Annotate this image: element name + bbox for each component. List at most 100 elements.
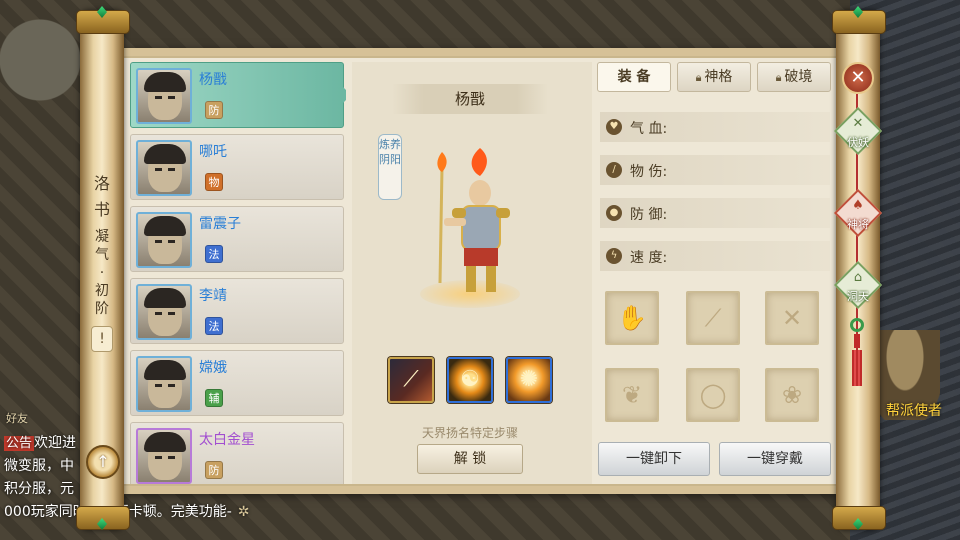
hero-list-item[interactable]: 杨戬防 (130, 62, 346, 128)
sword-icon: / (606, 162, 622, 178)
hero-name: 嫦娥 (199, 360, 227, 376)
state-char: 凝 (95, 229, 109, 245)
hero-class-badge: 防 (205, 461, 223, 479)
stat-row: ϟ 速 度: (600, 241, 830, 271)
weapon-slot-icon: ⟋ (704, 304, 722, 332)
accessory-slot-icon: ❀ (781, 381, 803, 409)
chat-text: 欢迎进 (34, 435, 77, 451)
npc-name-label[interactable]: 帮派使者 (886, 400, 942, 420)
refine-tag[interactable]: 炼养阴阳 (378, 134, 402, 200)
boots-slot-icon: ❦ (621, 381, 643, 409)
hero-list-item[interactable]: 哪吒物 (130, 134, 344, 200)
state-char: · (99, 265, 105, 281)
lightning-icon: ϟ (606, 248, 622, 264)
hero-list-item[interactable]: 太白金星防 (130, 422, 344, 484)
skill-flame-icon[interactable]: ✺ (506, 357, 552, 403)
hero-class-badge: 法 (205, 245, 223, 263)
equipment-slot[interactable]: ✕ (765, 291, 819, 345)
hero-class-badge: 物 (205, 173, 223, 191)
stat-row: ♥ 气 血: (600, 112, 830, 142)
stat-label: 气 血: (630, 121, 668, 137)
scroll-up-button[interactable]: ↑ (86, 445, 120, 479)
hero-armor (461, 205, 501, 251)
cultivation-state: 凝 气 · 初 阶 (95, 228, 109, 318)
hero-class-badge: 法 (205, 317, 223, 335)
side-tab-label: 伏妖 (847, 136, 869, 149)
lock-icon: 🔒︎ (695, 71, 702, 84)
ring-slot-icon: ◯ (699, 381, 727, 409)
equip-all-button[interactable]: 一键穿戴 (719, 442, 831, 476)
hero-portrait (136, 140, 192, 196)
stat-row: / 物 伤: (600, 155, 830, 185)
hero-list-item[interactable]: 雷震子法 (130, 206, 344, 272)
hero-portrait (136, 68, 192, 124)
hero-name: 雷震子 (199, 216, 241, 232)
side-tab-label: 神将 (847, 218, 869, 231)
friend-label[interactable]: 好友 (6, 410, 28, 426)
luoshu-title-char: 洛 (93, 174, 110, 193)
flame-icon (471, 148, 487, 176)
hero-portrait (136, 284, 192, 340)
glove-slot-icon: ✋ (617, 304, 647, 332)
tab-label: 破境 (784, 69, 813, 85)
stat-row: ● 防 御: (600, 198, 830, 228)
hero-name: 哪吒 (199, 144, 227, 160)
hero-portrait (136, 212, 192, 268)
luoshu-section[interactable]: 洛 书 凝 气 · 初 阶 ! (88, 170, 116, 352)
tassel-ornament (850, 318, 864, 388)
hero-name: 太白金星 (199, 432, 255, 448)
stats-panel: ♥ 气 血: / 物 伤: ● 防 御: ϟ 速 度: (594, 96, 834, 276)
flame-icon (437, 152, 447, 172)
side-tab-label: 洞天 (847, 290, 869, 303)
hero-list-item[interactable]: 嫦娥辅 (130, 350, 344, 416)
side-tab-fuyao[interactable]: ✕ 伏妖 (833, 106, 883, 156)
equipment-slot[interactable]: ✋ (605, 291, 659, 345)
tab-label: 神格 (704, 69, 733, 85)
gear-icon[interactable]: ✲ (238, 504, 250, 520)
stat-label: 防 御: (630, 207, 668, 223)
equipment-slot[interactable]: ❀ (765, 368, 819, 422)
hero-portrait (136, 356, 192, 412)
state-char: 阶 (95, 301, 109, 317)
hero-model[interactable] (420, 148, 520, 308)
equipment-slot[interactable]: ◯ (686, 368, 740, 422)
hero-title: 杨戬 (392, 84, 548, 114)
hero-name: 李靖 (199, 288, 227, 304)
side-tab-icon: ✕ (852, 116, 864, 131)
skill-bagua-icon[interactable]: ☯ (447, 357, 493, 403)
hero-leg (466, 266, 476, 292)
announcement-tag: 公告 (4, 436, 35, 451)
tab-label: 装 备 (617, 69, 651, 85)
hero-list-item[interactable]: 李靖法 (130, 278, 344, 344)
unlock-button[interactable]: 解 锁 (417, 444, 523, 474)
alert-icon[interactable]: ! (91, 326, 113, 352)
hero-class-badge: 防 (205, 101, 223, 119)
tab-equipment[interactable]: 装 备 (597, 62, 671, 92)
side-tab-icon: ⌂ (853, 270, 863, 285)
close-button[interactable]: ✕ (842, 62, 874, 94)
chat-line: 000玩家同时在线不卡顿。完美功能-✲ (4, 501, 304, 524)
side-tab-icon: ♠ (852, 198, 864, 213)
spear-icon (438, 167, 444, 284)
unlock-hint: 天界扬名特定步骤 (421, 426, 518, 440)
hero-shoulder (452, 208, 466, 218)
skill-weapon-icon[interactable]: ⟋ (388, 357, 434, 403)
tab-breakthrough[interactable]: 🔒︎ 破境 (757, 62, 831, 92)
equipment-slot[interactable]: ❦ (605, 368, 659, 422)
hero-leg (486, 266, 496, 292)
side-tab-shenjiang[interactable]: ♠ 神将 (833, 188, 883, 238)
equipment-slot[interactable]: ⟋ (686, 291, 740, 345)
stat-label: 物 伤: (630, 164, 668, 180)
stat-label: 速 度: (630, 250, 668, 266)
hero-portrait (136, 428, 192, 484)
tab-divinity[interactable]: 🔒︎ 神格 (677, 62, 751, 92)
hero-class-badge: 辅 (205, 389, 223, 407)
shield-icon: ● (606, 205, 622, 221)
unequip-all-button[interactable]: 一键卸下 (598, 442, 710, 476)
luoshu-title-char: 书 (93, 200, 110, 219)
hero-head (469, 180, 491, 206)
side-tab-dongtian[interactable]: ⌂ 洞天 (833, 260, 883, 310)
lock-icon: 🔒︎ (775, 71, 782, 84)
state-char: 气 (95, 247, 109, 263)
hero-list[interactable]: 杨戬防哪吒物雷震子法李靖法嫦娥辅太白金星防 (130, 62, 346, 484)
